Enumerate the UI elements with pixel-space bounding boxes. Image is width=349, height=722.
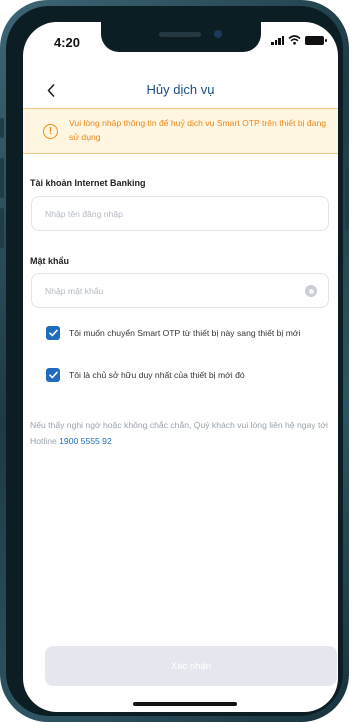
volume-down-button [0,208,4,248]
page-title: Hủy dịch vụ [146,82,215,97]
eye-icon[interactable] [305,285,317,297]
power-button [345,168,349,230]
home-indicator [133,702,237,706]
warning-circle-icon: ! [43,124,58,139]
hotline-link[interactable]: 1900 5555 92 [59,436,112,446]
volume-up-button [0,158,4,198]
status-time: 4:20 [54,35,81,50]
username-label: Tài khoản Internet Banking [30,178,146,188]
password-field[interactable] [31,273,329,308]
hotline-note: Nếu thấy nghi ngờ hoặc không chắc chắn, … [30,417,335,449]
warning-text: Vui lòng nhập thông tin để huỷ dịch vụ S… [69,118,327,142]
owner-check-label: Tôi là chủ sở hữu duy nhất của thiết bị … [69,370,245,380]
status-icons [271,35,327,45]
username-input[interactable] [45,197,295,230]
front-camera [214,30,222,38]
phone-frame: 4:20 Hủy dịch vụ ! Vui lòng nhập thông t… [0,0,349,722]
password-input[interactable] [45,274,295,307]
screen: 4:20 Hủy dịch vụ ! Vui lòng nhập thông t… [23,22,338,712]
check-icon [48,371,58,379]
status-bar: 4:20 [23,22,338,66]
notch [101,22,261,52]
warning-banner: ! Vui lòng nhập thông tin để huỷ dịch vụ… [23,108,338,154]
username-field[interactable] [31,196,329,231]
silent-switch [0,118,4,138]
transfer-check-label: Tôi muốn chuyển Smart OTP từ thiết bị nà… [69,328,301,338]
owner-checkbox[interactable] [46,368,60,382]
battery-icon [305,35,327,45]
check-icon [48,329,58,337]
phone-bezel: 4:20 Hủy dịch vụ ! Vui lòng nhập thông t… [6,6,343,716]
navbar: Hủy dịch vụ [23,72,338,108]
password-label: Mật khẩu [30,256,70,266]
wifi-icon [288,35,301,45]
confirm-button[interactable]: Xác nhận [45,646,337,686]
speaker [159,32,201,37]
signal-icon [271,35,284,45]
transfer-checkbox[interactable] [46,326,60,340]
